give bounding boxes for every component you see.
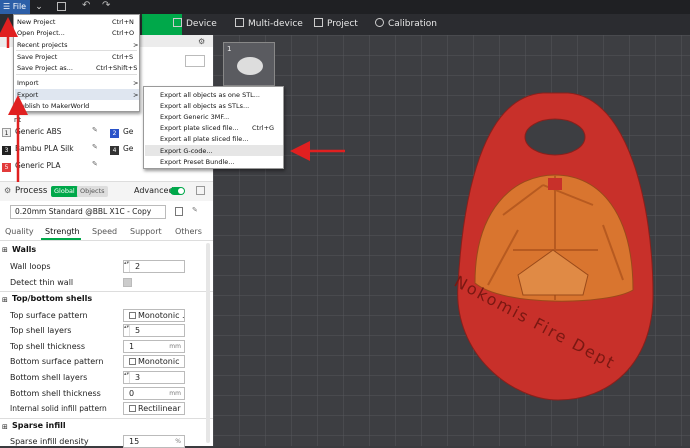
annotation-arrows <box>0 17 345 182</box>
